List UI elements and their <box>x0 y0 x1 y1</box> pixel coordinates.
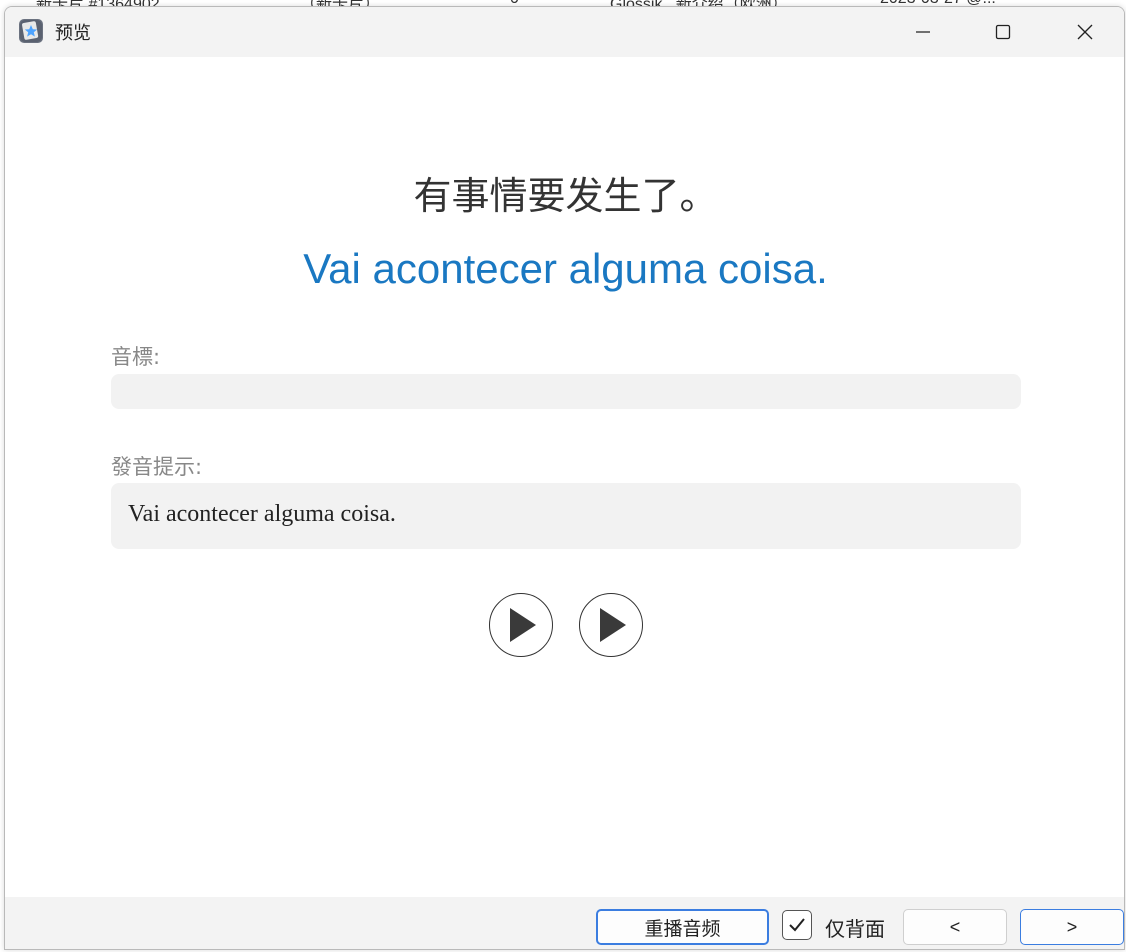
ipa-label: 音標: <box>111 345 161 369</box>
pronunciation-hint-label: 發音提示: <box>111 455 203 479</box>
back-only-checkbox[interactable] <box>782 910 812 940</box>
play-icon <box>600 608 626 642</box>
play-audio-button-2[interactable] <box>579 593 643 657</box>
maximize-button[interactable] <box>963 7 1043 57</box>
play-icon <box>510 608 536 642</box>
window-title: 预览 <box>55 23 91 44</box>
card-preview: 有事情要发生了。 Vai acontecer alguma coisa. 音標:… <box>5 57 1124 897</box>
title-bar[interactable]: 预览 <box>5 7 1124 57</box>
pronunciation-hint-field: Vai acontecer alguma coisa. <box>111 483 1021 549</box>
minimize-button[interactable] <box>883 7 963 57</box>
minimize-icon <box>916 31 930 33</box>
preview-window: 预览 有事情要发生了。 Vai acontecer alguma coisa. … <box>4 6 1125 950</box>
replay-audio-button[interactable]: 重播音频 <box>596 909 769 945</box>
checkmark-icon <box>789 918 805 932</box>
card-front-text: 有事情要发生了。 <box>413 174 718 218</box>
play-audio-button-1[interactable] <box>489 593 553 657</box>
close-button[interactable] <box>1045 7 1124 57</box>
card-back-text: Vai acontecer alguma coisa. <box>303 245 828 292</box>
bottom-toolbar: 重播音频 仅背面 < > <box>5 897 1124 949</box>
pronunciation-hint-value: Vai acontecer alguma coisa. <box>128 501 396 527</box>
next-card-button[interactable]: > <box>1020 909 1124 945</box>
ipa-field <box>111 374 1021 409</box>
maximize-icon <box>995 24 1011 40</box>
anki-star-icon <box>19 19 43 43</box>
back-only-label[interactable]: 仅背面 <box>825 913 885 942</box>
close-icon <box>1077 24 1093 40</box>
previous-card-button[interactable]: < <box>903 909 1007 945</box>
